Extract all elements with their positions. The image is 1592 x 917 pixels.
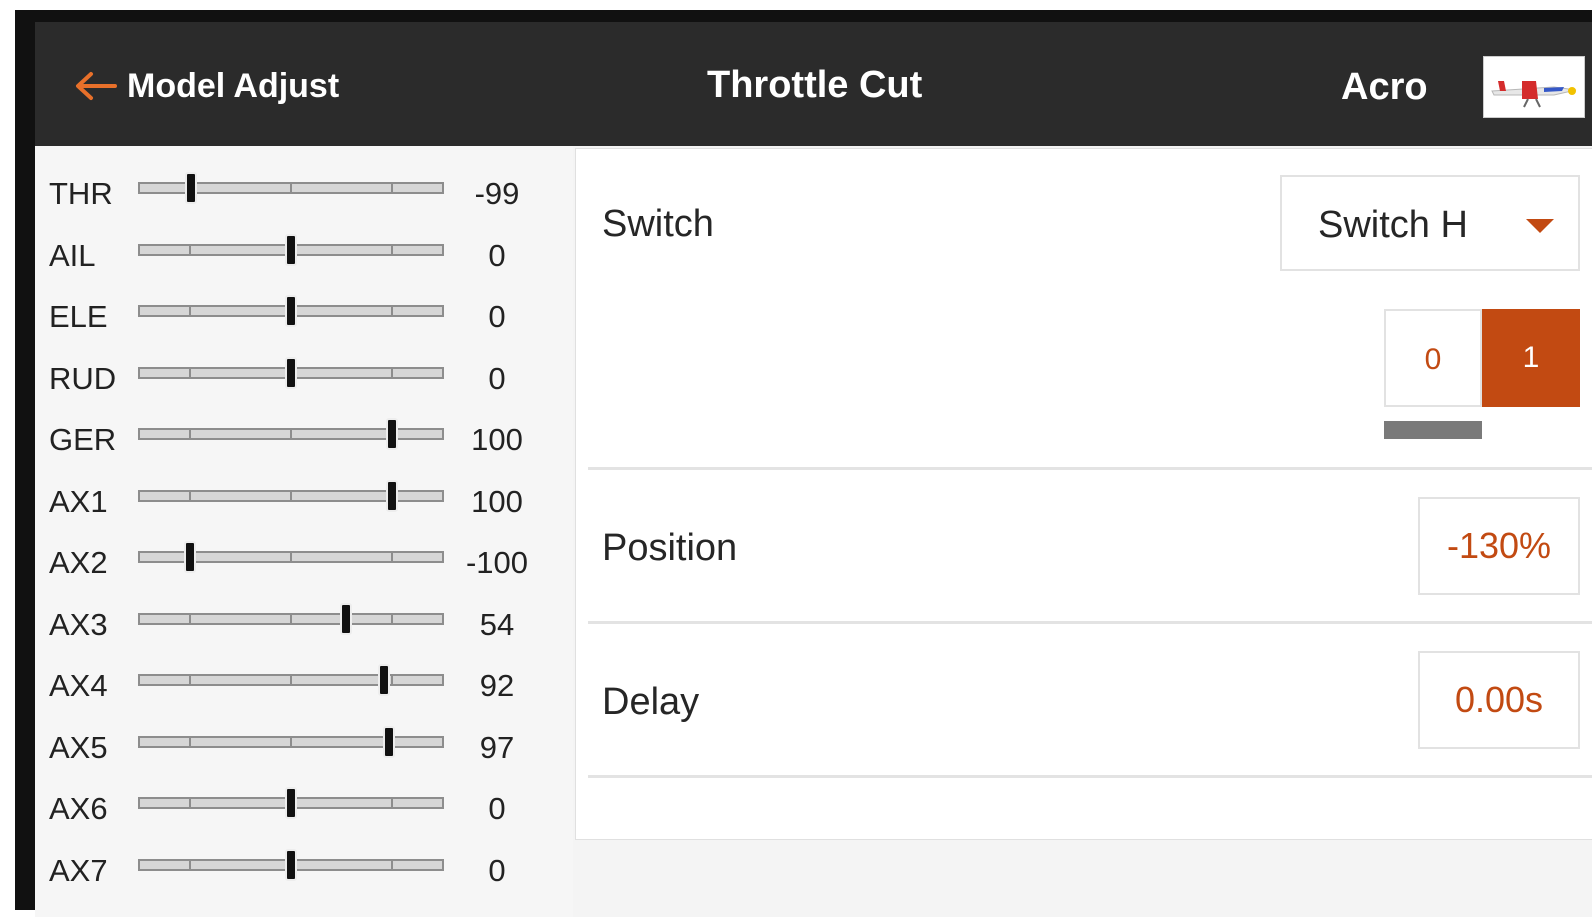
channel-label: THR xyxy=(49,176,113,211)
channel-row-ax1: AX1 100 xyxy=(35,472,573,528)
channel-position-marker xyxy=(185,172,197,204)
channel-bar xyxy=(138,736,444,748)
switch-position-1[interactable]: 1 xyxy=(1482,309,1580,407)
position-value-field[interactable]: -130% xyxy=(1418,497,1580,595)
channel-label: AX3 xyxy=(49,607,108,642)
channel-label: AIL xyxy=(49,238,96,273)
channel-label: ELE xyxy=(49,299,108,334)
arrow-left-icon xyxy=(73,71,117,101)
position-label: Position xyxy=(602,527,738,569)
channel-label: RUD xyxy=(49,361,117,396)
channel-row-ail: AIL 0 xyxy=(35,226,573,282)
channel-position-marker xyxy=(386,480,398,512)
channel-row-ax3: AX3 54 xyxy=(35,595,573,651)
channel-position-marker xyxy=(285,357,297,389)
channel-bar xyxy=(138,490,444,502)
channel-monitor: THR -99 AIL 0 ELE 0 RUD 0 GER 100 AX1 10… xyxy=(35,146,573,917)
channel-position-marker xyxy=(285,295,297,327)
channel-row-ger: GER 100 xyxy=(35,410,573,466)
channel-row-ax6: AX6 0 xyxy=(35,779,573,835)
channel-row-rud: RUD 0 xyxy=(35,349,573,405)
channel-value: 0 xyxy=(488,299,506,334)
settings-panel: Switch Switch H 0 1 Position -130% Delay… xyxy=(575,148,1592,840)
chevron-down-icon xyxy=(1526,219,1554,233)
channel-label: AX2 xyxy=(49,545,108,580)
switch-select-value: Switch H xyxy=(1318,204,1468,246)
channel-value: 54 xyxy=(479,607,515,642)
channel-label: GER xyxy=(49,422,117,457)
channel-value: 97 xyxy=(479,730,515,765)
channel-value: 0 xyxy=(488,791,506,826)
switch-select[interactable]: Switch H xyxy=(1280,175,1580,271)
channel-label: AX1 xyxy=(49,484,108,519)
channel-value: 92 xyxy=(479,668,515,703)
model-name: Acro xyxy=(1341,66,1428,108)
channel-label: AX5 xyxy=(49,730,108,765)
channel-position-marker xyxy=(382,726,395,758)
channel-label: AX7 xyxy=(49,853,108,888)
channel-position-marker xyxy=(285,787,297,819)
switch-label: Switch xyxy=(602,203,714,245)
page-title: Throttle Cut xyxy=(707,64,923,106)
channel-label: AX6 xyxy=(49,791,108,826)
channel-position-marker xyxy=(285,234,297,266)
top-bar: Model Adjust Throttle Cut Acro xyxy=(35,22,1592,146)
channel-value: -100 xyxy=(465,545,529,580)
divider xyxy=(588,775,1592,778)
channel-position-marker xyxy=(377,664,390,696)
model-airplane-image[interactable] xyxy=(1483,56,1585,118)
channel-label: AX4 xyxy=(49,668,108,703)
channel-bar xyxy=(138,182,444,194)
channel-value: 100 xyxy=(471,484,523,519)
channel-value: 0 xyxy=(488,361,506,396)
channel-row-ax5: AX5 97 xyxy=(35,718,573,774)
channel-bar xyxy=(138,613,444,625)
delay-label: Delay xyxy=(602,681,700,723)
device-frame: Model Adjust Throttle Cut Acro THR -99 A… xyxy=(15,10,1592,917)
channel-row-thr: THR -99 xyxy=(35,164,573,220)
delay-value-field[interactable]: 0.00s xyxy=(1418,651,1580,749)
channel-value: 0 xyxy=(488,853,506,888)
channel-position-marker xyxy=(386,418,398,450)
channel-bar xyxy=(138,428,444,440)
channel-row-ele: ELE 0 xyxy=(35,287,573,343)
divider xyxy=(588,621,1592,624)
switch-position-0[interactable]: 0 xyxy=(1384,309,1482,407)
channel-position-marker xyxy=(184,541,196,573)
channel-value: 0 xyxy=(488,238,506,273)
current-position-indicator xyxy=(1384,421,1482,439)
channel-position-marker xyxy=(339,603,352,635)
back-label: Model Adjust xyxy=(127,66,340,105)
channel-value: 100 xyxy=(471,422,523,457)
channel-value: -99 xyxy=(474,176,520,211)
channel-bar xyxy=(138,674,444,686)
channel-row-ax4: AX4 92 xyxy=(35,656,573,712)
screen: Model Adjust Throttle Cut Acro THR -99 A… xyxy=(35,22,1592,917)
channel-row-ax2: AX2 -100 xyxy=(35,533,573,589)
divider xyxy=(588,467,1592,470)
channel-row-ax7: AX7 0 xyxy=(35,841,573,897)
back-button[interactable]: Model Adjust xyxy=(73,66,339,106)
channel-position-marker xyxy=(285,849,297,881)
